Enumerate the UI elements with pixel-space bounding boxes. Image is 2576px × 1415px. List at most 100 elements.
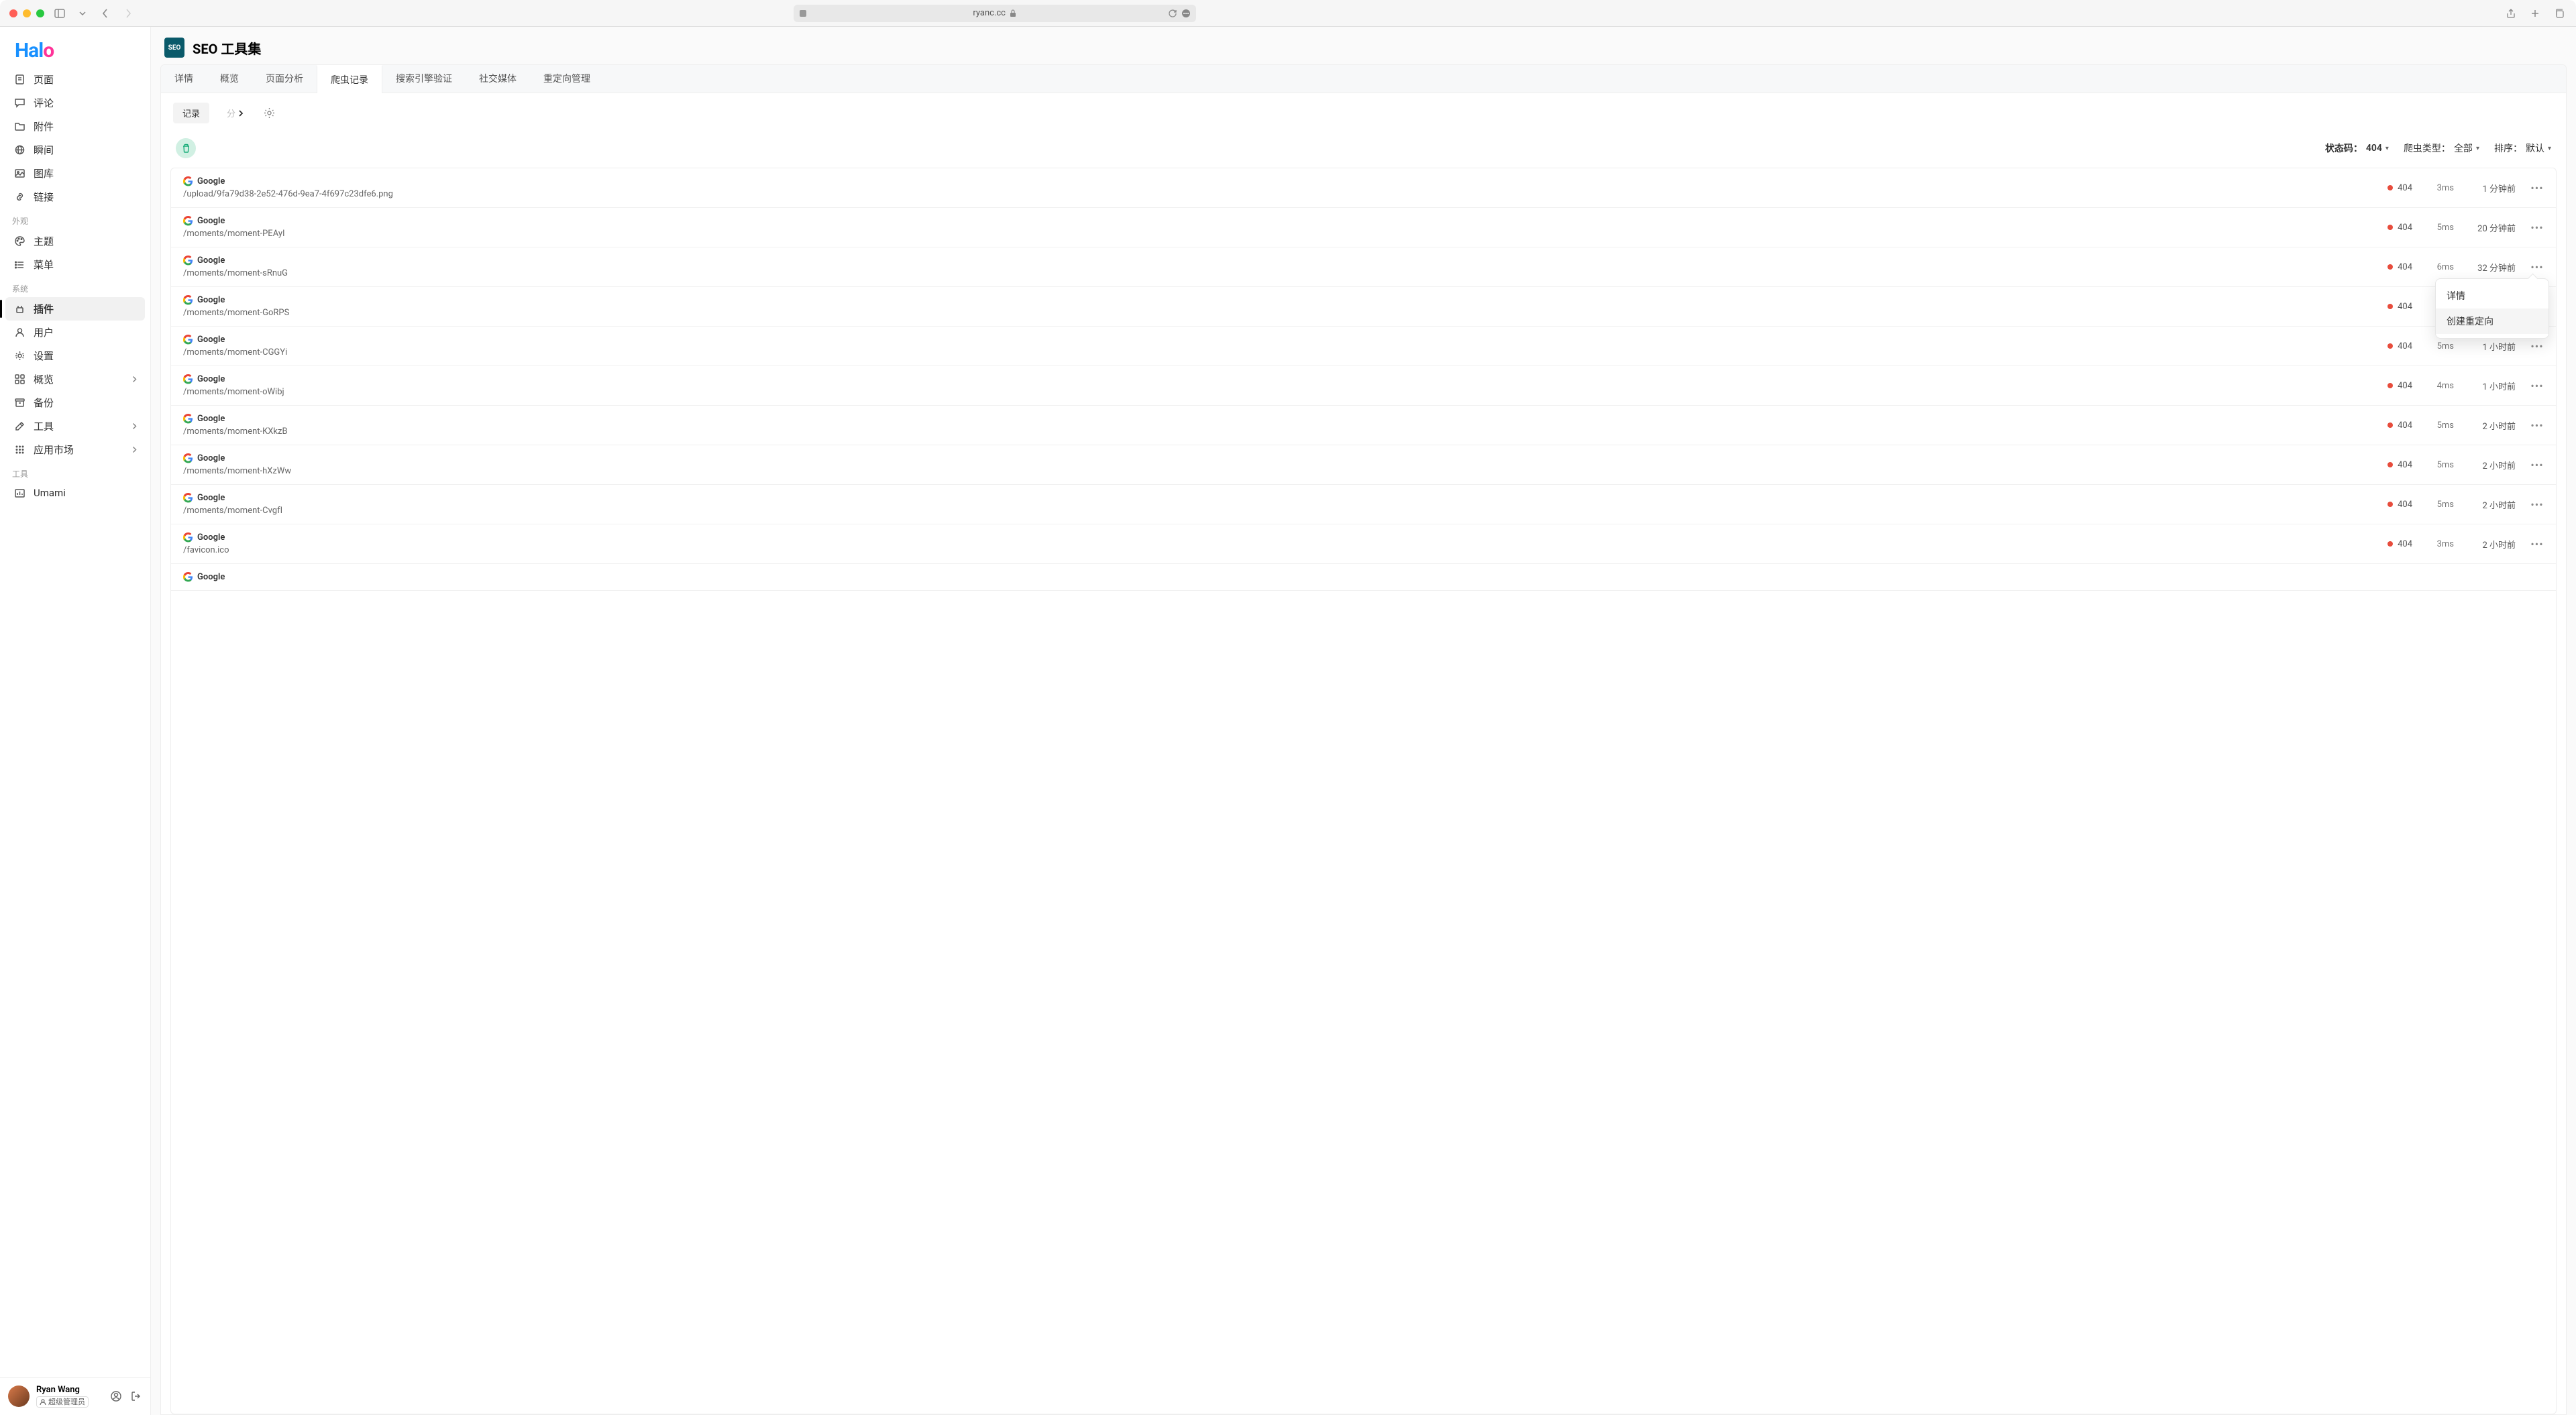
minimize-window-button[interactable] <box>23 9 31 17</box>
sidebar-item-file[interactable]: 页面 <box>5 68 145 91</box>
reload-icon[interactable] <box>1168 9 1177 18</box>
tab-0[interactable]: 详情 <box>161 65 207 93</box>
sidebar-item-link[interactable]: 链接 <box>5 185 145 209</box>
archive-icon <box>13 397 25 409</box>
sidebar-item-label: 菜单 <box>34 258 54 272</box>
sidebar-item-wrench[interactable]: 工具 <box>5 414 145 438</box>
close-window-button[interactable] <box>9 9 17 17</box>
row-more-button[interactable]: ••• <box>2530 498 2544 511</box>
username: Ryan Wang <box>36 1385 103 1396</box>
user-icon <box>13 327 25 339</box>
status-dot <box>2387 264 2393 270</box>
sidebar-item-folder[interactable]: 附件 <box>5 115 145 138</box>
status-cell: 404 <box>2387 302 2412 312</box>
new-tab-button[interactable] <box>2528 6 2542 21</box>
avatar[interactable] <box>8 1385 30 1407</box>
site-icon <box>799 9 807 17</box>
image-icon <box>13 168 25 180</box>
status-dot <box>2387 383 2393 388</box>
sidebar-item-gear[interactable]: 设置 <box>5 344 145 367</box>
crawler-name: Google <box>183 453 2387 463</box>
sidebar-item-globe[interactable]: 瞬间 <box>5 138 145 162</box>
sidebar-toggle-button[interactable] <box>52 6 67 21</box>
tab-4[interactable]: 搜索引擎验证 <box>382 65 466 93</box>
chevron-down-icon[interactable] <box>75 6 90 21</box>
popover-detail[interactable]: 详情 <box>2436 283 2548 308</box>
tab-3[interactable]: 爬虫记录 <box>317 65 382 93</box>
status-code: 404 <box>2398 500 2412 510</box>
sidebar-item-label: 瞬间 <box>34 143 54 157</box>
status-dot <box>2387 185 2393 190</box>
url-text: ryanc.cc <box>973 8 1006 18</box>
status-dot <box>2387 225 2393 230</box>
row-more-button[interactable]: ••• <box>2530 419 2544 432</box>
sidebar-item-list[interactable]: 菜单 <box>5 253 145 276</box>
google-icon <box>183 374 193 384</box>
subtab-record[interactable]: 记录 <box>173 103 209 123</box>
sidebar-item-plugin[interactable]: 插件 <box>5 297 145 321</box>
tab-5[interactable]: 社交媒体 <box>466 65 530 93</box>
sidebar-item-user[interactable]: 用户 <box>5 321 145 344</box>
row-path: /moments/moment-PEAyI <box>183 229 2387 239</box>
duration-cell: 5ms <box>2427 460 2454 470</box>
sidebar-item-chart[interactable]: Umami <box>5 482 145 504</box>
google-icon <box>183 572 193 582</box>
row-more-button[interactable]: ••• <box>2530 182 2544 194</box>
row-more-button[interactable]: ••• <box>2530 340 2544 353</box>
subtab-analysis[interactable]: 分 <box>217 103 253 123</box>
back-button[interactable] <box>98 6 113 21</box>
filter-sort[interactable]: 排序： 默认 ▾ <box>2494 142 2551 155</box>
row-path: /moments/moment-GoRPS <box>183 308 2387 318</box>
sidebar-item-archive[interactable]: 备份 <box>5 391 145 414</box>
traffic-lights <box>9 9 44 17</box>
row-more-button[interactable]: ••• <box>2530 380 2544 392</box>
nav-group-label: 外观 <box>5 209 145 229</box>
sidebar-item-chat[interactable]: 评论 <box>5 91 145 115</box>
share-button[interactable] <box>2504 6 2518 21</box>
filter-crawler-type[interactable]: 爬虫类型： 全部 ▾ <box>2404 142 2479 155</box>
tabs-button[interactable] <box>2552 6 2567 21</box>
row-path: /moments/moment-sRnuG <box>183 268 2387 278</box>
table-row: Google/moments/moment-CGGYi4045ms1 小时前••… <box>171 327 2556 366</box>
sidebar-item-image[interactable]: 图库 <box>5 162 145 185</box>
logo: Halo <box>0 27 150 68</box>
maximize-window-button[interactable] <box>36 9 44 17</box>
row-meta: 4045ms1 小时前••• <box>2387 340 2544 353</box>
row-more-button[interactable]: ••• <box>2530 261 2544 274</box>
delete-button[interactable] <box>176 138 196 158</box>
row-path: /favicon.ico <box>183 545 2387 555</box>
tab-1[interactable]: 概览 <box>207 65 252 93</box>
sidebar-footer: Ryan Wang 超级管理员 <box>0 1377 150 1415</box>
row-path: /moments/moment-hXzWw <box>183 466 2387 476</box>
popover-create-redirect[interactable]: 创建重定向 <box>2436 308 2548 334</box>
logout-icon[interactable] <box>130 1390 142 1402</box>
address-bar[interactable]: ryanc.cc <box>794 5 1196 22</box>
status-cell: 404 <box>2387 420 2412 431</box>
tab-6[interactable]: 重定向管理 <box>530 65 604 93</box>
browser-chrome: ryanc.cc <box>0 0 2576 27</box>
duration-cell: 5ms <box>2427 500 2454 510</box>
sidebar-item-label: 插件 <box>34 302 54 316</box>
sidebar-item-grid[interactable]: 应用市场 <box>5 438 145 461</box>
sidebar-item-palette[interactable]: 主题 <box>5 229 145 253</box>
page-title: SEO 工具集 <box>193 38 261 58</box>
row-meta: 4044ms1 小时前••• <box>2387 380 2544 392</box>
tab-2[interactable]: 页面分析 <box>252 65 317 93</box>
row-more-button[interactable]: ••• <box>2530 459 2544 471</box>
sidebar-item-dashboard[interactable]: 概览 <box>5 367 145 391</box>
crawler-name: Google <box>183 374 2387 384</box>
crawler-name: Google <box>183 493 2387 503</box>
google-icon <box>183 414 193 424</box>
palette-icon <box>13 235 25 247</box>
profile-icon[interactable] <box>110 1390 122 1402</box>
row-more-button[interactable]: ••• <box>2530 538 2544 551</box>
more-icon[interactable] <box>1181 9 1191 18</box>
chevron-down-icon: ▾ <box>2548 145 2551 152</box>
status-cell: 404 <box>2387 500 2412 510</box>
sidebar: Halo 页面评论附件瞬间图库链接外观主题菜单系统插件用户设置概览备份工具应用市… <box>0 27 151 1415</box>
row-more-button[interactable]: ••• <box>2530 221 2544 234</box>
status-cell: 404 <box>2387 539 2412 549</box>
settings-button[interactable] <box>261 105 278 121</box>
filter-status[interactable]: 状态码： 404 ▾ <box>2325 142 2389 155</box>
status-dot <box>2387 502 2393 507</box>
